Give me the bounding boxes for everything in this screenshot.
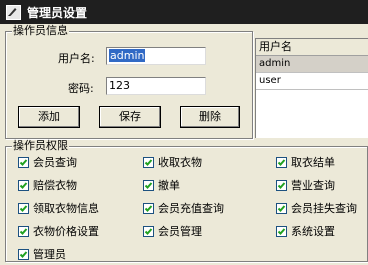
operator-info-legend: 操作员信息 (12, 24, 69, 37)
checkmark-icon (19, 181, 28, 189)
permission-label: 会员充值查询 (158, 202, 224, 215)
permission-checkbox[interactable]: 会员充值查询 (143, 201, 224, 215)
permission-label: 取衣结单 (291, 156, 335, 169)
permission-checkbox[interactable]: 会员挂失查询 (276, 201, 357, 215)
checkbox-box[interactable] (18, 248, 29, 260)
checkmark-icon (19, 158, 28, 166)
permission-label: 撤单 (158, 179, 180, 192)
checkbox-box[interactable] (276, 156, 287, 168)
operator-permissions-group: 操作员权限 会员查询 收取衣物 取衣结单赔偿衣物 撤单 营业查询领取衣物信息 会员充值查询… (5, 140, 368, 262)
checkbox-box[interactable] (143, 225, 154, 237)
checkbox-box[interactable] (18, 156, 29, 168)
permission-checkbox[interactable]: 取衣结单 (276, 155, 335, 169)
checkbox-box[interactable] (18, 202, 29, 214)
username-value: admin (109, 49, 146, 62)
permission-label: 领取衣物信息 (33, 202, 99, 215)
checkmark-icon (277, 204, 286, 212)
user-list[interactable]: 用户名 admin user (255, 38, 368, 138)
permission-label: 会员管理 (158, 225, 202, 238)
checkmark-icon (19, 227, 28, 235)
add-button[interactable]: 添加 (18, 106, 80, 128)
permission-checkbox[interactable]: 会员管理 (143, 224, 202, 238)
permission-checkbox[interactable]: 衣物价格设置 (18, 224, 99, 238)
permission-checkbox[interactable]: 系统设置 (276, 224, 335, 238)
permission-label: 会员查询 (33, 156, 77, 169)
permission-checkbox[interactable]: 会员查询 (18, 155, 77, 169)
permission-checkbox[interactable]: 撤单 (143, 178, 180, 192)
checkmark-icon (19, 204, 28, 212)
permission-checkbox[interactable]: 赔偿衣物 (18, 178, 77, 192)
delete-button[interactable]: 删除 (180, 106, 240, 128)
checkmark-icon (277, 227, 286, 235)
checkbox-box[interactable] (143, 179, 154, 191)
operator-info-group: 操作员信息 用户名: admin 密码: 123 添加 保存 删除 (5, 25, 253, 139)
operator-permissions-legend: 操作员权限 (12, 139, 69, 152)
permission-label: 营业查询 (291, 179, 335, 192)
checkmark-icon (277, 158, 286, 166)
permission-label: 管理员 (33, 248, 66, 261)
permission-label: 收取衣物 (158, 156, 202, 169)
user-list-row-user[interactable]: user (256, 73, 368, 90)
checkbox-box[interactable] (276, 202, 287, 214)
permission-checkbox[interactable]: 领取衣物信息 (18, 201, 99, 215)
checkmark-icon (144, 227, 153, 235)
password-value: 123 (109, 79, 130, 92)
title-bar[interactable]: 管理员设置 (0, 0, 368, 24)
username-field[interactable]: admin (106, 47, 206, 65)
checkbox-box[interactable] (143, 156, 154, 168)
permission-label: 系统设置 (291, 225, 335, 238)
password-label: 密码: (68, 82, 94, 95)
checkmark-icon (144, 158, 153, 166)
permission-checkbox[interactable]: 管理员 (18, 247, 66, 261)
checkbox-box[interactable] (276, 179, 287, 191)
checkmark-icon (277, 181, 286, 189)
pencil-icon (6, 5, 21, 20)
username-label: 用户名: (58, 52, 95, 65)
checkbox-box[interactable] (143, 202, 154, 214)
permission-checkbox[interactable]: 营业查询 (276, 178, 335, 192)
checkmark-icon (19, 250, 28, 258)
user-list-row-admin[interactable]: admin (256, 56, 368, 73)
checkbox-box[interactable] (276, 225, 287, 237)
checkmark-icon (144, 181, 153, 189)
permission-label: 赔偿衣物 (33, 179, 77, 192)
save-button[interactable]: 保存 (99, 106, 161, 128)
checkbox-box[interactable] (18, 225, 29, 237)
checkbox-box[interactable] (18, 179, 29, 191)
permission-label: 衣物价格设置 (33, 225, 99, 238)
user-list-header[interactable]: 用户名 (256, 39, 368, 56)
password-field[interactable]: 123 (106, 77, 206, 95)
window-title: 管理员设置 (27, 6, 88, 20)
permission-label: 会员挂失查询 (291, 202, 357, 215)
checkmark-icon (144, 204, 153, 212)
permission-checkbox[interactable]: 收取衣物 (143, 155, 202, 169)
